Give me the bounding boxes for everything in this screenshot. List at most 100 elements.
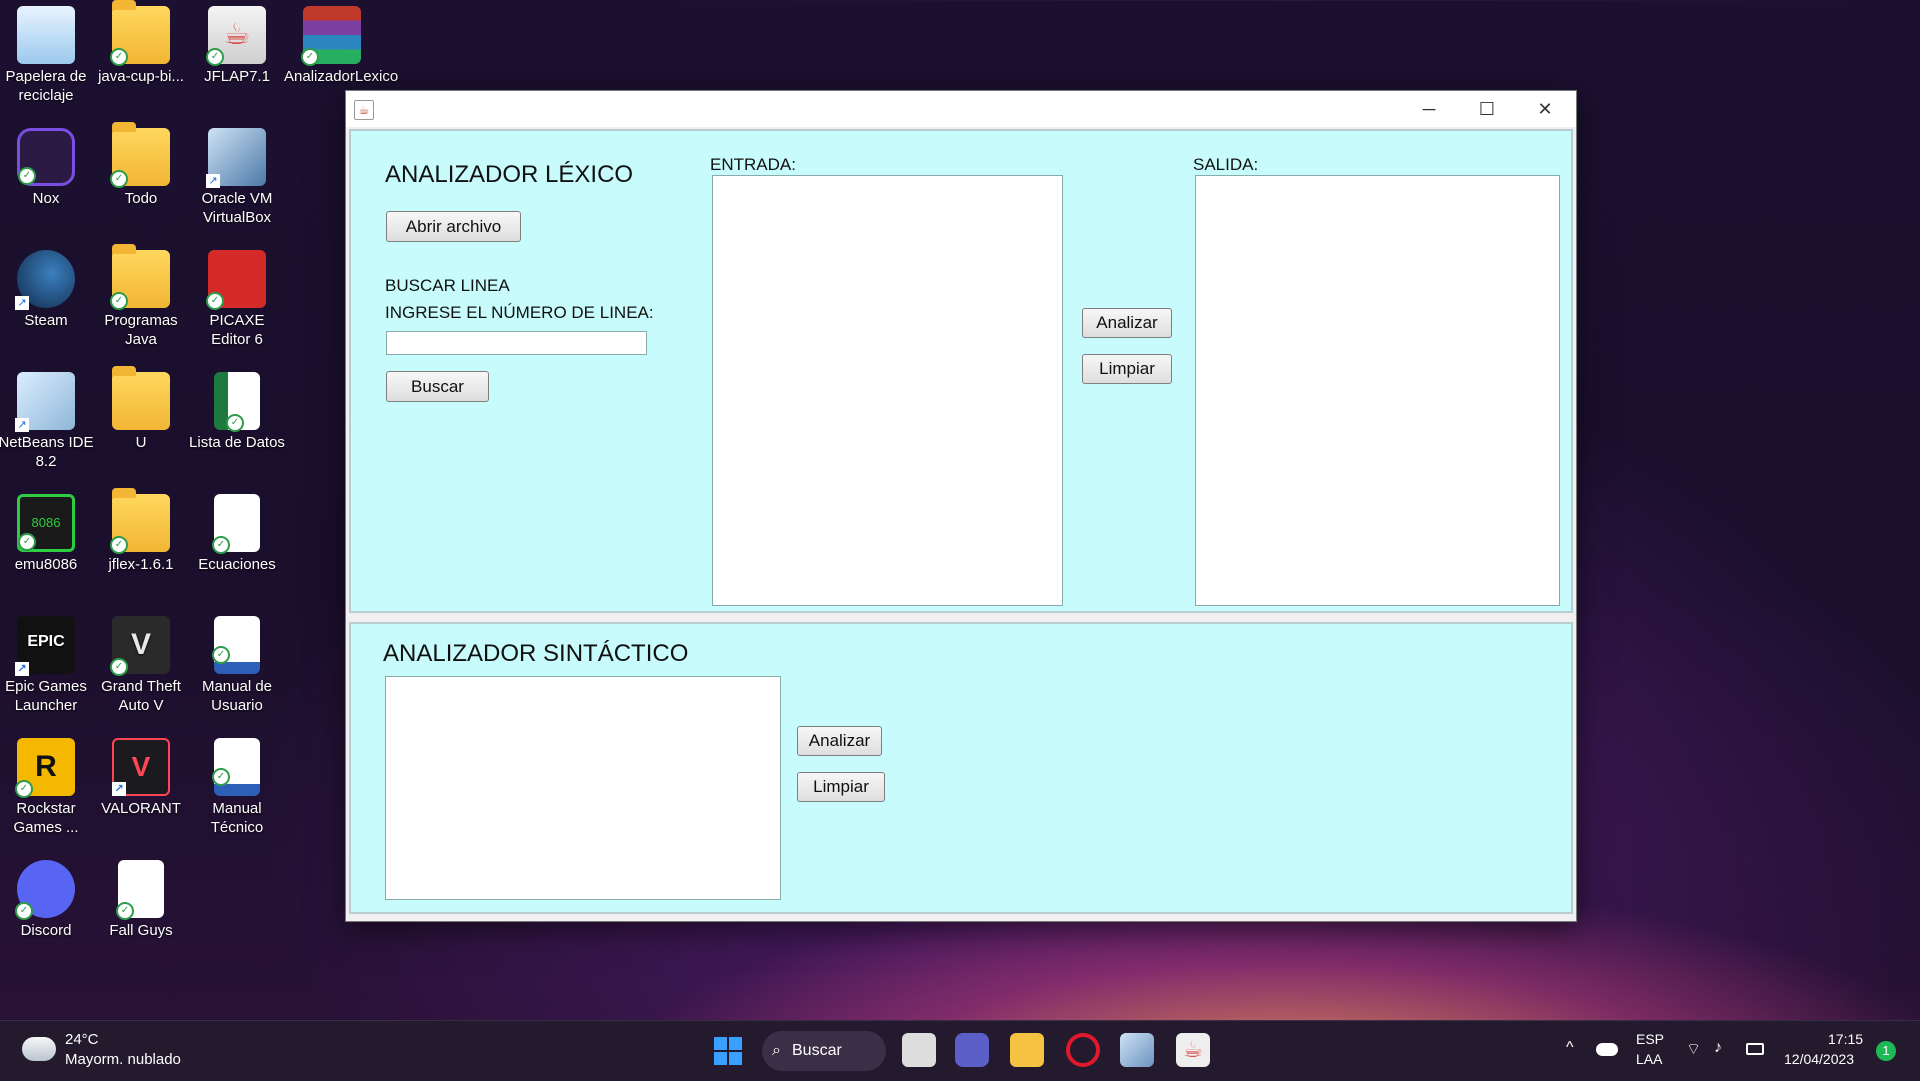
desktop-icon-steam[interactable]: ↗ Steam — [0, 244, 94, 330]
entrada-textarea[interactable] — [712, 175, 1063, 606]
clock-time[interactable]: 17:15 — [1828, 1031, 1863, 1047]
hidden-icons-chevron-icon[interactable]: ^ — [1566, 1039, 1574, 1057]
windows-logo-tile — [729, 1037, 742, 1050]
desktop-icon-java-cup[interactable]: ✓ java-cup-bi... — [93, 0, 189, 86]
taskbar-search[interactable]: ⌕ Buscar — [762, 1031, 886, 1071]
sync-check-icon: ✓ — [301, 48, 319, 66]
teams-chat-icon[interactable] — [955, 1033, 989, 1067]
open-file-button[interactable]: Abrir archivo — [386, 211, 521, 242]
desktop-icon-emu8086[interactable]: 8086 ✓ emu8086 — [0, 488, 94, 574]
sintactico-clear-button[interactable]: Limpiar — [797, 772, 885, 802]
sync-check-icon: ✓ — [110, 658, 128, 676]
sync-check-icon: ✓ — [15, 780, 33, 798]
window-titlebar[interactable]: ☕ ─ ☐ ✕ — [346, 91, 1576, 127]
desktop-icon-analizador[interactable]: ✓ AnalizadorLexico — [284, 0, 399, 86]
file-explorer-icon[interactable] — [1010, 1033, 1044, 1067]
weather-desc[interactable]: Mayorm. nublado — [65, 1051, 181, 1068]
desktop-icon-label: AnalizadorLexico — [284, 68, 399, 85]
windows-logo-tile — [714, 1052, 727, 1065]
folder-icon: ✓ — [110, 122, 170, 188]
emu8086-icon: 8086 ✓ — [17, 494, 75, 552]
desktop-icon-netbeans[interactable]: ↗ NetBeans IDE 8.2 — [0, 366, 94, 471]
sync-check-icon: ✓ — [206, 292, 224, 310]
language-top[interactable]: ESP — [1636, 1031, 1664, 1047]
desktop-icon-label: JFLAP7.1 — [204, 68, 270, 85]
desktop-icon-manual-usuario[interactable]: ✓ Manual de Usuario — [189, 610, 285, 715]
shortcut-arrow-icon: ↗ — [206, 174, 220, 188]
desktop-icon-ecuaciones[interactable]: ✓ Ecuaciones — [189, 488, 285, 574]
task-view-icon[interactable] — [902, 1033, 936, 1067]
sync-check-icon: ✓ — [212, 768, 230, 786]
epic-games-icon: EPIC ↗ — [15, 616, 75, 676]
search-label: Buscar — [792, 1042, 842, 1059]
salida-textarea[interactable] — [1195, 175, 1560, 606]
desktop-icon-label: Fall Guys — [109, 922, 173, 939]
desktop-icon-label: Papelera de reciclaje — [5, 68, 87, 104]
clock-date[interactable]: 12/04/2023 — [1784, 1051, 1854, 1067]
line-number-input[interactable] — [386, 331, 647, 355]
desktop-icon-u[interactable]: U — [93, 366, 189, 452]
desktop-icon-jflap[interactable]: ☕ ✓ JFLAP7.1 — [189, 0, 285, 86]
search-line-heading: BUSCAR LINEA — [385, 276, 510, 295]
windows-logo-tile — [714, 1037, 727, 1050]
onedrive-icon[interactable] — [1596, 1043, 1618, 1056]
desktop-icon-label: Manual Técnico — [210, 800, 264, 836]
sintactico-title: ANALIZADOR SINTÁCTICO — [383, 640, 689, 667]
sync-check-icon: ✓ — [226, 414, 244, 432]
desktop-icon-picaxe[interactable]: ✓ PICAXE Editor 6 — [189, 244, 285, 349]
desktop-icon-label: Grand Theft Auto V — [101, 678, 181, 714]
desktop-icon-label: Discord — [20, 922, 72, 939]
sintactico-panel: ANALIZADOR SINTÁCTICO Analizar Limpiar — [349, 622, 1573, 914]
sync-check-icon: ✓ — [18, 167, 36, 185]
minimize-button[interactable]: ─ — [1400, 91, 1458, 127]
document-icon: ✓ — [212, 494, 260, 554]
notification-badge[interactable]: 1 — [1876, 1041, 1896, 1061]
volume-icon[interactable]: ♪ — [1714, 1039, 1722, 1057]
desktop-icon-label: PICAXE Editor 6 — [209, 312, 265, 348]
start-button[interactable] — [714, 1037, 742, 1065]
desktop-icon-lista-datos[interactable]: ✓ Lista de Datos — [189, 366, 285, 452]
sintactico-analyze-button[interactable]: Analizar — [797, 726, 882, 756]
sintactico-textarea[interactable] — [385, 676, 781, 900]
lexico-title: ANALIZADOR LÉXICO — [385, 161, 634, 188]
language-bottom[interactable]: LAA — [1636, 1051, 1662, 1067]
close-button[interactable]: ✕ — [1516, 91, 1574, 127]
taskbar: 24°C Mayorm. nublado ⌕ Buscar ☕ ^ ESP LA… — [0, 1020, 1920, 1081]
folder-icon: ✓ — [110, 0, 170, 66]
sync-check-icon: ✓ — [110, 536, 128, 554]
desktop-icon-recycle-bin[interactable]: Papelera de reciclaje — [0, 0, 94, 105]
desktop-icon-todo[interactable]: ✓ Todo — [93, 122, 189, 208]
desktop: Papelera de reciclaje ✓ Nox ↗ Steam ↗ Ne… — [0, 0, 399, 1016]
netbeans-taskbar-icon[interactable] — [1120, 1033, 1154, 1067]
desktop-icon-nox[interactable]: ✓ Nox — [0, 122, 94, 208]
desktop-icon-rockstar[interactable]: R ✓ Rockstar Games ... — [0, 732, 94, 837]
weather-cloud-icon[interactable] — [22, 1037, 56, 1061]
desktop-icon-programas-java[interactable]: ✓ Programas Java — [93, 244, 189, 349]
sync-check-icon: ✓ — [206, 48, 224, 66]
rockstar-icon: R ✓ — [15, 738, 75, 798]
opera-icon[interactable] — [1066, 1033, 1100, 1067]
desktop-icon-fall-guys[interactable]: ✓ Fall Guys — [93, 854, 189, 940]
desktop-icon-jflex[interactable]: ✓ jflex-1.6.1 — [93, 488, 189, 574]
wifi-icon[interactable]: ⌔ — [1686, 1039, 1701, 1059]
desktop-icon-valorant[interactable]: V ↗ VALORANT — [93, 732, 189, 818]
java-taskbar-icon[interactable]: ☕ — [1176, 1033, 1210, 1067]
search-button[interactable]: Buscar — [386, 371, 489, 402]
desktop-icon-virtualbox[interactable]: ↗ Oracle VM VirtualBox — [189, 122, 285, 227]
desktop-icon-discord[interactable]: ✓ Discord — [0, 854, 94, 940]
desktop-icon-label: Rockstar Games ... — [13, 800, 79, 836]
nox-icon: ✓ — [17, 128, 75, 186]
battery-icon[interactable] — [1746, 1043, 1764, 1055]
desktop-icon-label: Programas Java — [104, 312, 178, 348]
desktop-icon-epic-games[interactable]: EPIC ↗ Epic Games Launcher — [0, 610, 94, 715]
desktop-icon-label: U — [135, 434, 147, 451]
picaxe-icon: ✓ — [206, 250, 266, 310]
maximize-button[interactable]: ☐ — [1458, 91, 1516, 127]
gta-icon: V ✓ — [110, 616, 170, 676]
desktop-icon-manual-tecnico[interactable]: ✓ Manual Técnico — [189, 732, 285, 837]
windows-logo-tile — [729, 1052, 742, 1065]
weather-temp[interactable]: 24°C — [65, 1031, 99, 1048]
lexico-clear-button[interactable]: Limpiar — [1082, 354, 1172, 384]
desktop-icon-gta[interactable]: V ✓ Grand Theft Auto V — [93, 610, 189, 715]
lexico-analyze-button[interactable]: Analizar — [1082, 308, 1172, 338]
